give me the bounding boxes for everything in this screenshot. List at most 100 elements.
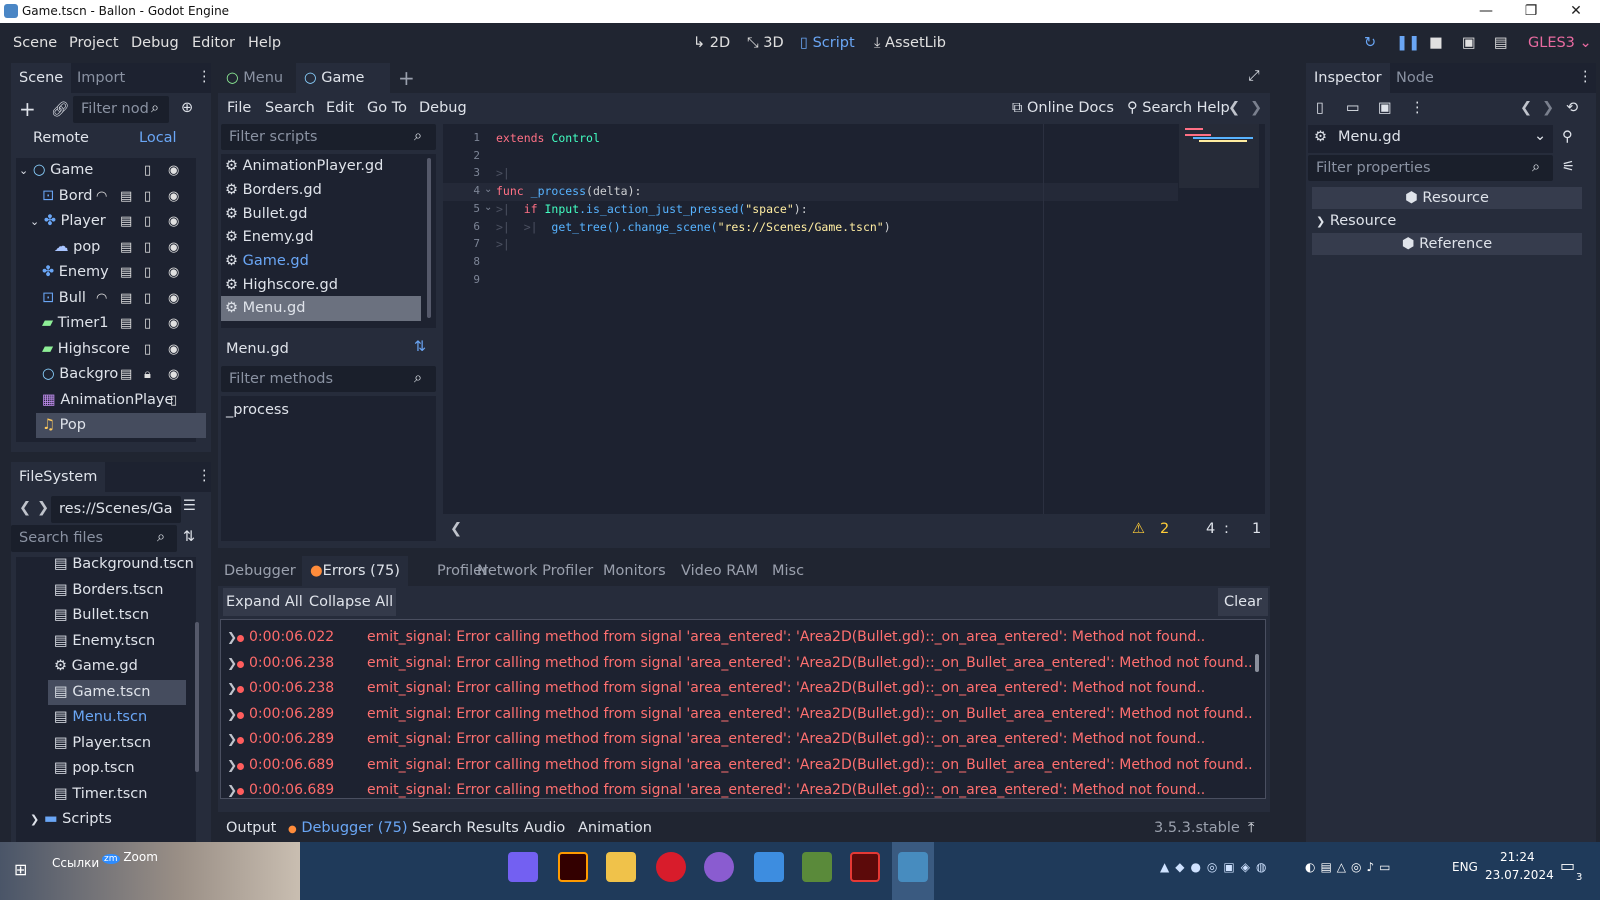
godot-taskbar-button[interactable] (892, 842, 934, 900)
scene-icon[interactable]: ▤ (120, 265, 132, 280)
property-settings-icon[interactable]: ⚟ (1562, 159, 1575, 175)
method-item[interactable]: _process (226, 398, 289, 423)
script-icon[interactable]: ▯ (144, 240, 151, 255)
scrollbar[interactable] (427, 158, 431, 318)
scrollbar[interactable] (1255, 654, 1259, 672)
save-icon[interactable]: ▣ (1378, 100, 1392, 116)
section-header-resource[interactable]: ⬢ Resource (1312, 187, 1582, 209)
menu-help[interactable]: Help (248, 35, 281, 51)
expand-panel-icon[interactable]: ⤒ (1248, 820, 1254, 836)
error-row[interactable]: ❯ 0:00:06.022 emit_signal: Error calling m… (221, 625, 1251, 651)
workspace-2d-button[interactable]: ↳ 2D (693, 35, 730, 51)
tab-video-ram[interactable]: Video RAM (681, 556, 758, 586)
object-selector[interactable]: ⚙ Menu.gd ⌄ (1308, 125, 1553, 153)
workspace-script-button[interactable]: ▯ Script (800, 35, 855, 51)
tab-filesystem[interactable]: FileSystem (11, 462, 106, 492)
tab-game-scene[interactable]: ○ Game ✕ (296, 63, 390, 116)
signal-icon[interactable]: ◠ (96, 189, 107, 204)
script-menu-debug[interactable]: Debug (419, 100, 467, 116)
menu-project[interactable]: Project (69, 35, 119, 51)
file-explorer-icon[interactable] (606, 852, 636, 882)
prev-history-icon[interactable]: ❮ (1520, 100, 1532, 116)
script-icon[interactable]: ▯ (144, 342, 151, 357)
script-item[interactable]: ⚙ AnimationPlayer.gd (221, 154, 421, 179)
menu-debug[interactable]: Debug (131, 35, 179, 51)
viber-icon[interactable] (508, 852, 538, 882)
warning-icon[interactable]: ⚠ (1132, 521, 1145, 537)
expand-all-button[interactable]: Expand All (223, 588, 306, 616)
script-menu-search[interactable]: Search (265, 100, 315, 116)
path-field[interactable]: res://Scenes/Ga (51, 496, 181, 523)
eye-icon[interactable]: ◉ (168, 240, 179, 255)
animate-icon[interactable] (850, 852, 880, 882)
error-row[interactable]: ❯ 0:00:06.289 emit_signal: Error calling m… (221, 702, 1253, 728)
scene-icon[interactable]: ▤ (120, 214, 132, 229)
dock-menu-icon[interactable]: ⋮ (1578, 69, 1593, 85)
forward-arrow-icon[interactable]: ❯ (37, 500, 49, 516)
file-item[interactable]: ▤ Timer.tscn (16, 782, 147, 807)
eye-icon[interactable]: ◉ (168, 367, 179, 382)
app-icon[interactable] (704, 852, 734, 882)
eye-icon[interactable]: ◉ (168, 342, 179, 357)
reload-icon[interactable]: ↻ (1364, 35, 1376, 51)
tab-scene[interactable]: Scene (11, 63, 72, 93)
tab-misc[interactable]: Misc (772, 556, 804, 586)
minimap[interactable] (1179, 124, 1259, 188)
file-item[interactable]: ▤ Background.tscn (16, 552, 194, 577)
clock-time[interactable]: 21:24 (1500, 850, 1535, 864)
error-row[interactable]: ❯ 0:00:06.689 emit_signal: Error calling m… (221, 778, 1251, 798)
script-icon[interactable]: ▯ (144, 189, 151, 204)
property-group-resource[interactable]: ❯ Resource (1312, 210, 1582, 232)
tab-errors[interactable]: ●Errors (75) (302, 556, 408, 586)
script-item-selected[interactable]: ⚙ Menu.gd (221, 296, 421, 321)
minimize-button[interactable]: — (1463, 0, 1509, 23)
dock-menu-icon[interactable]: ⋮ (197, 69, 212, 85)
script-icon[interactable]: ▯ (144, 214, 151, 229)
script-item[interactable]: ⚙ Borders.gd (221, 178, 421, 203)
script-item[interactable]: ⚙ Highscore.gd (221, 273, 421, 298)
search-files-input[interactable]: Search files (11, 525, 177, 552)
renderer-select[interactable]: GLES3 ⌄ (1528, 35, 1592, 51)
scene-icon[interactable]: ▤ (120, 189, 132, 204)
scene-icon[interactable]: ▤ (120, 367, 132, 382)
filter-scripts-input[interactable]: Filter scripts (221, 124, 436, 150)
workspace-assetlib-button[interactable]: ⤓ AssetLib (874, 35, 946, 51)
scene-icon[interactable]: ▤ (120, 316, 132, 331)
sort-methods-icon[interactable]: ⇅ (414, 339, 426, 355)
eye-icon[interactable]: ◉ (168, 214, 179, 229)
notification-icon[interactable]: ▭ (1560, 856, 1575, 875)
error-row[interactable]: ❯ 0:00:06.238 emit_signal: Error calling m… (221, 651, 1253, 677)
script-item[interactable]: ⚙ Enemy.gd (221, 225, 421, 250)
menu-editor[interactable]: Editor (192, 35, 235, 51)
tab-debugger[interactable]: Debugger (224, 556, 296, 586)
file-item[interactable]: ▤ pop.tscn (16, 756, 135, 781)
illustrator-icon[interactable] (558, 852, 588, 882)
tray-icons-2[interactable]: ◐▤△◎♪▭ (1305, 860, 1396, 874)
close-window-button[interactable]: ✕ (1553, 0, 1599, 23)
tree-node-pop-audio[interactable]: ♫ Pop (36, 413, 206, 438)
dock-menu-icon[interactable]: ⋮ (197, 468, 212, 484)
next-history-icon[interactable]: ❯ (1542, 100, 1554, 116)
distraction-free-icon[interactable]: ⤢ (1248, 68, 1260, 84)
file-item[interactable]: ▤ Borders.tscn (16, 578, 164, 603)
split-view-icon[interactable]: ☰ (183, 498, 196, 514)
restore-button[interactable]: ❐ (1508, 0, 1554, 23)
code-editor[interactable]: 1 2 3 4 5 6 7 8 9 ⌄ ⌄ extends Control >|… (443, 124, 1265, 514)
workspace-3d-button[interactable]: ⤡ 3D (747, 35, 784, 51)
language-indicator[interactable]: ENG (1452, 860, 1478, 874)
script-item[interactable]: ⚙ Game.gd (221, 249, 421, 274)
error-row[interactable]: ❯ 0:00:06.689 emit_signal: Error calling m… (221, 753, 1253, 779)
scrollbar[interactable] (195, 622, 199, 772)
more-options-icon[interactable]: ⋮ (1410, 100, 1425, 116)
next-script-icon[interactable]: ❯ (1250, 100, 1262, 116)
script-menu-goto[interactable]: Go To (367, 100, 407, 116)
file-item-selected[interactable]: ▤ Game.tscn (48, 679, 186, 705)
clock-date[interactable]: 23.07.2024 (1485, 868, 1554, 882)
prev-script-icon[interactable]: ❮ (1228, 100, 1240, 116)
sort-icon[interactable]: ⇅ (183, 529, 195, 545)
tab-menu-scene[interactable]: ○ Menu (218, 63, 291, 93)
system-tray-icons[interactable]: ▲◆●◎▣◈◍ (1160, 860, 1272, 874)
menu-scene[interactable]: Scene (13, 35, 57, 51)
search-help-button[interactable]: ⚲ Search Help (1127, 100, 1230, 116)
script-menu-file[interactable]: File (227, 100, 251, 116)
